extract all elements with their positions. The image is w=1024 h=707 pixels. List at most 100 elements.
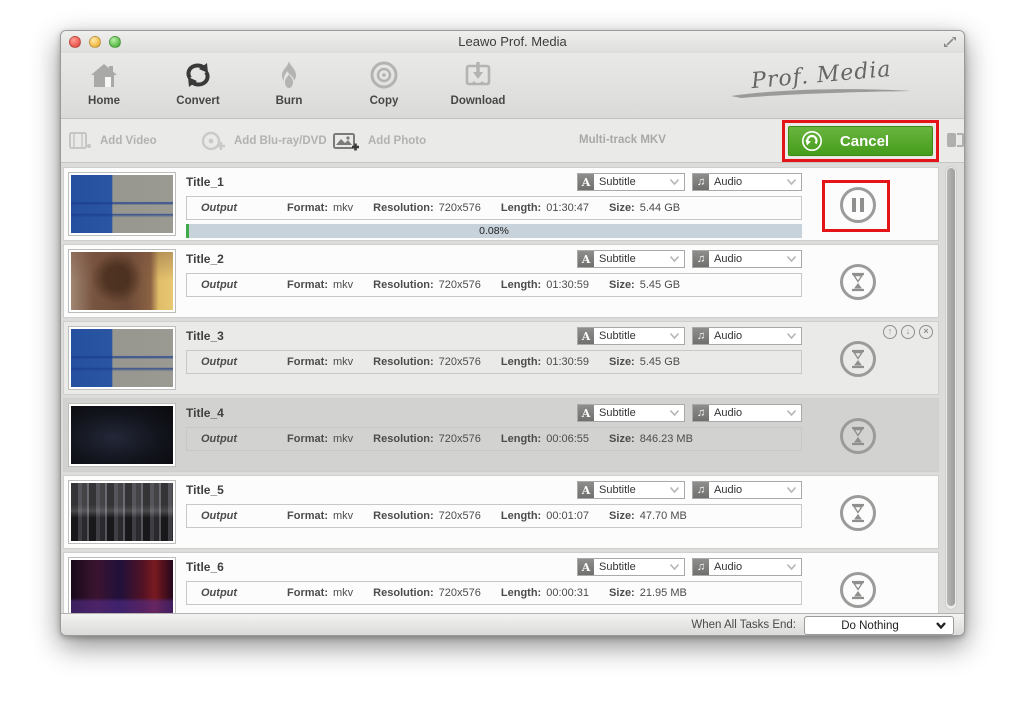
audio-dropdown[interactable]: ♫ Audio: [692, 558, 802, 576]
chevron-down-icon: [669, 332, 680, 340]
add-video-button[interactable]: Add Video: [69, 119, 157, 162]
waiting-button[interactable]: [840, 264, 876, 300]
add-photo-button[interactable]: Add Photo: [333, 119, 426, 162]
audio-icon: ♫: [693, 559, 709, 575]
task-title: Title_4: [186, 406, 224, 420]
task-title: Title_2: [186, 252, 224, 266]
convert-icon: [153, 59, 243, 91]
chevron-down-icon: [786, 332, 797, 340]
panel-toggle-icon[interactable]: [947, 132, 964, 149]
sub-toolbar: Add Video Add Blu-ray/DVD Add Photo Mult…: [61, 119, 964, 163]
subtitle-dropdown[interactable]: A Subtitle: [577, 481, 685, 499]
home-icon: [61, 59, 149, 91]
progress-fill: [186, 224, 189, 238]
task-row[interactable]: Title_2 A Subtitle ♫ Audio Output Format…: [63, 244, 939, 318]
title-bar: Leawo Prof. Media: [61, 31, 964, 53]
audio-dropdown[interactable]: ♫ Audio: [692, 481, 802, 499]
subtitle-icon: A: [578, 174, 594, 190]
add-bluray-button[interactable]: Add Blu-ray/DVD: [201, 119, 327, 162]
tab-burn[interactable]: Burn: [244, 59, 334, 107]
cancel-button[interactable]: Cancel: [788, 126, 933, 156]
task-row[interactable]: Title_4 A Subtitle ♫ Audio Output Format…: [63, 398, 939, 472]
audio-dropdown[interactable]: ♫ Audio: [692, 250, 802, 268]
thumbnail: [68, 172, 176, 236]
output-info: Output Format: mkv Resolution: 720x576 L…: [186, 350, 802, 374]
hourglass-icon: [852, 580, 864, 600]
waiting-button[interactable]: [840, 418, 876, 454]
footer-bar: When All Tasks End: Do Nothing: [61, 613, 964, 635]
scrollbar[interactable]: [945, 166, 957, 610]
download-icon: [433, 59, 523, 91]
subtitle-dropdown[interactable]: A Subtitle: [577, 404, 685, 422]
brand-logo: Prof. Media: [716, 57, 926, 100]
waiting-button[interactable]: [840, 495, 876, 531]
task-title: Title_5: [186, 483, 224, 497]
chevron-down-icon: [786, 563, 797, 571]
audio-dropdown[interactable]: ♫ Audio: [692, 327, 802, 345]
output-info: Output Format: mkv Resolution: 720x576 L…: [186, 581, 802, 605]
audio-dropdown[interactable]: ♫ Audio: [692, 173, 802, 191]
copy-icon: [339, 59, 429, 91]
minimize-window-button[interactable]: [89, 36, 101, 48]
output-info: Output Format: mkv Resolution: 720x576 L…: [186, 504, 802, 528]
waiting-button[interactable]: [840, 341, 876, 377]
chevron-down-icon: [786, 409, 797, 417]
hourglass-icon: [852, 503, 864, 523]
app-window: Leawo Prof. Media Home Convert Burn Copy…: [60, 30, 965, 636]
task-row[interactable]: Title_5 A Subtitle ♫ Audio Output Format…: [63, 475, 939, 549]
thumbnail: [68, 326, 176, 390]
task-row[interactable]: Title_3 A Subtitle ♫ Audio Output Format…: [63, 321, 939, 395]
audio-dropdown[interactable]: ♫ Audio: [692, 404, 802, 422]
scrollbar-thumb[interactable]: [947, 168, 955, 606]
tab-home[interactable]: Home: [61, 59, 149, 107]
chevron-down-icon: [669, 255, 680, 263]
add-bluray-icon: [201, 131, 225, 150]
audio-icon: ♫: [693, 482, 709, 498]
chevron-down-icon: [669, 178, 680, 186]
chevron-down-icon: [669, 563, 680, 571]
chevron-down-icon: [786, 486, 797, 494]
multi-track-mkv-label[interactable]: Multi-track MKV: [579, 134, 666, 146]
task-title: Title_6: [186, 560, 224, 574]
subtitle-dropdown[interactable]: A Subtitle: [577, 327, 685, 345]
subtitle-icon: A: [578, 328, 594, 344]
tab-copy[interactable]: Copy: [339, 59, 429, 107]
chevron-down-icon: [669, 486, 680, 494]
pause-annotation-box: [822, 180, 890, 232]
task-row[interactable]: Title_6 A Subtitle ♫ Audio Output Format…: [63, 552, 939, 613]
audio-icon: ♫: [693, 328, 709, 344]
chevron-down-icon: [786, 255, 797, 263]
task-title: Title_1: [186, 175, 224, 189]
tab-convert[interactable]: Convert: [153, 59, 243, 107]
zoom-window-button[interactable]: [109, 36, 121, 48]
subtitle-dropdown[interactable]: A Subtitle: [577, 558, 685, 576]
output-info: Output Format: mkv Resolution: 720x576 L…: [186, 273, 802, 297]
subtitle-icon: A: [578, 251, 594, 267]
task-title: Title_3: [186, 329, 224, 343]
chevron-down-icon: [669, 409, 680, 417]
remove-icon[interactable]: ×: [919, 325, 933, 339]
move-up-icon[interactable]: ↑: [883, 325, 897, 339]
when-tasks-end-label: When All Tasks End:: [691, 619, 796, 631]
subtitle-dropdown[interactable]: A Subtitle: [577, 250, 685, 268]
hourglass-icon: [852, 349, 864, 369]
hourglass-icon: [852, 272, 864, 292]
task-list: Title_1 A Subtitle ♫ Audio Output Format…: [61, 163, 964, 613]
cancel-button-label: Cancel: [839, 132, 890, 150]
when-tasks-end-select[interactable]: Do Nothing: [804, 616, 954, 635]
add-photo-icon: [333, 132, 359, 150]
waiting-button[interactable]: [840, 572, 876, 608]
close-window-button[interactable]: [69, 36, 81, 48]
move-down-icon[interactable]: ↓: [901, 325, 915, 339]
add-video-icon: [69, 131, 91, 149]
task-row[interactable]: Title_1 A Subtitle ♫ Audio Output Format…: [63, 167, 939, 241]
audio-icon: ♫: [693, 251, 709, 267]
fullscreen-icon[interactable]: [943, 35, 957, 49]
thumbnail: [68, 249, 176, 313]
subtitle-dropdown[interactable]: A Subtitle: [577, 173, 685, 191]
output-info: Output Format: mkv Resolution: 720x576 L…: [186, 196, 802, 220]
subtitle-icon: A: [578, 559, 594, 575]
chevron-down-icon: [936, 622, 946, 630]
thumbnail: [68, 480, 176, 544]
tab-download[interactable]: Download: [433, 59, 523, 107]
